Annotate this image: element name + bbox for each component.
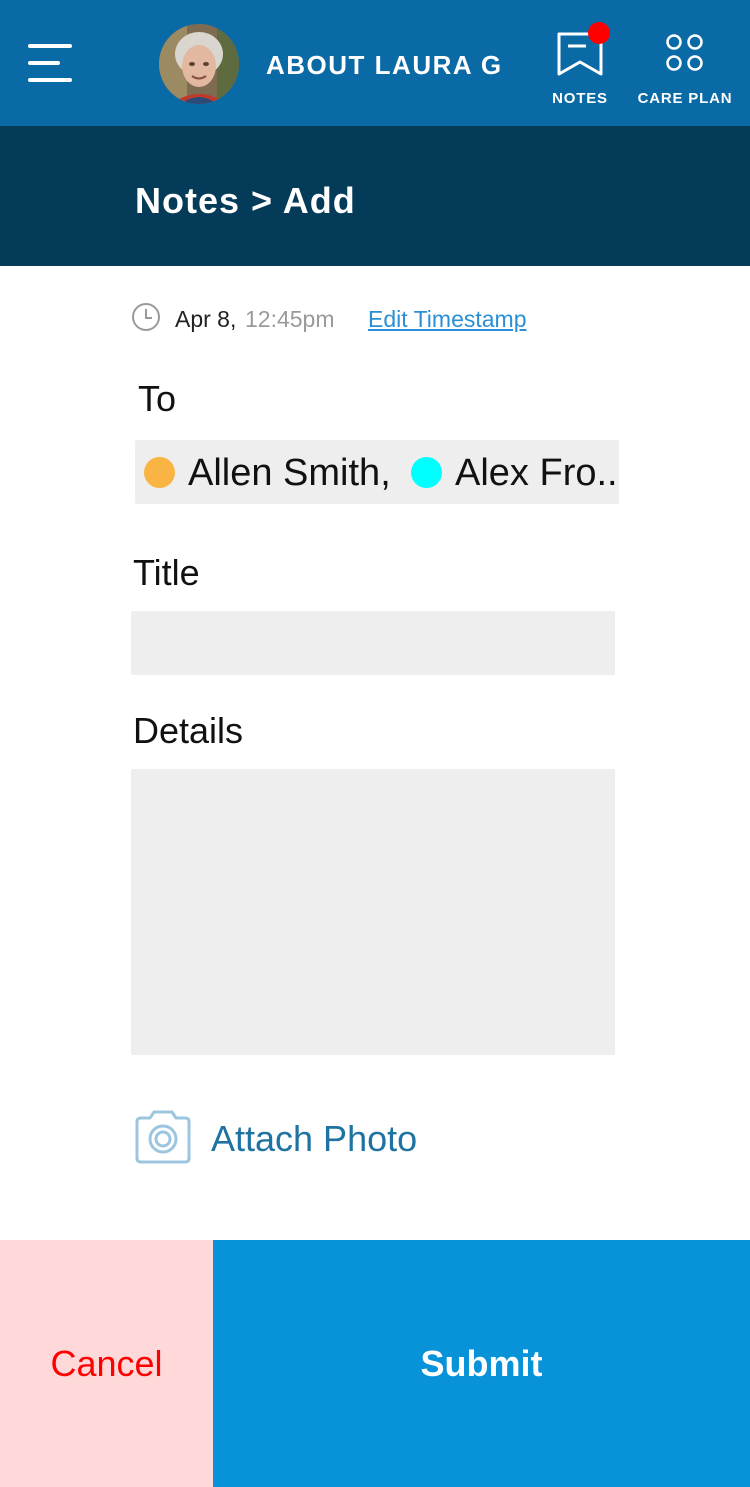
recipient-name: Alex Fro..	[455, 452, 618, 494]
recipient-color-dot	[411, 457, 442, 488]
breadcrumb: Notes > Add	[135, 180, 356, 221]
edit-timestamp-link[interactable]: Edit Timestamp	[368, 306, 527, 333]
details-textarea[interactable]	[131, 769, 615, 1055]
recipient-color-dot	[144, 457, 175, 488]
recipient-name: Allen Smith,	[188, 452, 391, 494]
sub-header: Notes > Add	[0, 126, 750, 266]
action-footer: Cancel Submit	[0, 1240, 750, 1487]
title-input[interactable]	[131, 611, 615, 675]
avatar[interactable]	[159, 24, 239, 104]
hamburger-menu-icon[interactable]	[28, 44, 72, 82]
camera-icon	[135, 1110, 191, 1164]
attach-photo-button[interactable]: Attach Photo	[133, 1110, 433, 1166]
clock-icon	[132, 303, 160, 331]
recipients-field[interactable]: Allen Smith, Alex Fro..	[135, 440, 619, 504]
timestamp-time: 12:45pm	[245, 306, 335, 332]
timestamp-date: Apr 8,	[175, 306, 237, 332]
avatar-photo	[159, 24, 239, 104]
notification-badge	[588, 22, 610, 44]
details-label: Details	[133, 710, 244, 751]
care-plan-grid-icon	[666, 34, 703, 71]
title-label: Title	[133, 552, 200, 593]
header-title: ABOUT LAURA G	[266, 50, 503, 80]
submit-button[interactable]: Submit	[213, 1240, 750, 1487]
top-bar: ABOUT LAURA G NOTES CARE PLAN	[0, 0, 750, 126]
attach-photo-label: Attach Photo	[211, 1118, 418, 1159]
care-plan-nav-label: CARE PLAN	[637, 90, 733, 107]
notes-nav-label: NOTES	[552, 90, 608, 107]
cancel-button[interactable]: Cancel	[0, 1240, 213, 1487]
to-label: To	[138, 378, 177, 419]
